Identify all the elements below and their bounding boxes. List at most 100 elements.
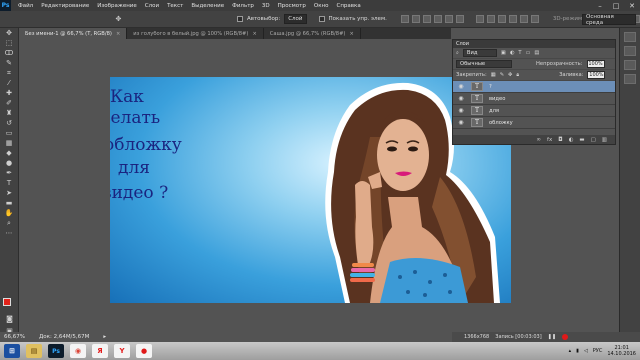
layer-row[interactable]: ◉ T ? — [453, 81, 615, 93]
dodge-tool-icon[interactable]: ● — [2, 158, 17, 168]
menu-image[interactable]: Изображение — [93, 3, 141, 9]
filter-adjust-icon[interactable]: ◐ — [510, 50, 515, 56]
document-canvas[interactable]: Как делать обложку для видео ? — [110, 77, 511, 303]
distribute-right-icon[interactable] — [530, 15, 539, 23]
close-icon[interactable]: × — [349, 31, 353, 37]
explorer-icon[interactable]: ▤ — [26, 344, 42, 358]
recorder-icon[interactable]: ● — [136, 344, 152, 358]
filter-image-icon[interactable]: ▣ — [501, 50, 506, 56]
menu-text[interactable]: Текст — [163, 3, 187, 9]
zoom-tool-icon[interactable]: ⌕ — [2, 218, 17, 228]
distribute-left-icon[interactable] — [508, 15, 517, 23]
foreground-color-swatch[interactable] — [3, 298, 11, 306]
distribute-bottom-icon[interactable] — [497, 15, 506, 23]
photoshop-icon[interactable]: Ps — [48, 344, 64, 358]
status-arrow-icon[interactable]: ▸ — [103, 334, 106, 340]
workspace-dropdown[interactable]: Основная среда — [582, 14, 636, 26]
canvas-text-layer[interactable]: Как — [110, 87, 144, 107]
distribute-center-icon[interactable] — [519, 15, 528, 23]
menu-edit[interactable]: Редактирование — [37, 3, 93, 9]
canvas-text-layer[interactable]: для — [118, 158, 150, 178]
trash-icon[interactable]: ▥ — [602, 137, 607, 143]
menu-view[interactable]: Просмотр — [274, 3, 310, 9]
align-right-icon[interactable] — [455, 15, 464, 23]
eraser-tool-icon[interactable]: ▭ — [2, 128, 17, 138]
network-icon[interactable]: ▮ — [576, 348, 579, 354]
lock-pixels-icon[interactable]: ▦ — [491, 72, 496, 78]
more-tools-icon[interactable]: ⋯ — [2, 228, 17, 238]
lock-all-icon[interactable]: 🔒︎ — [516, 72, 519, 79]
distribute-top-icon[interactable] — [475, 15, 484, 23]
menu-layers[interactable]: Слои — [141, 3, 163, 9]
lasso-tool-icon[interactable]: ↀ — [2, 48, 17, 58]
start-button[interactable]: ⊞ — [4, 344, 20, 358]
menu-filter[interactable]: Фильтр — [228, 3, 258, 9]
align-left-icon[interactable] — [433, 15, 442, 23]
lock-position-icon[interactable]: ✥ — [508, 72, 512, 78]
filter-smart-icon[interactable]: ▤ — [534, 50, 539, 56]
zoom-level[interactable]: 66,67% — [4, 334, 25, 340]
move-tool-icon[interactable]: ✥ — [112, 14, 124, 24]
adjust-icon[interactable]: ◐ — [569, 137, 574, 143]
clock[interactable]: 21:01 14.10.2016 — [607, 345, 636, 357]
eye-icon[interactable]: ◉ — [457, 107, 465, 114]
eye-icon[interactable]: ◉ — [457, 119, 465, 126]
fill-input[interactable]: 100% — [587, 71, 606, 79]
tab-document-1[interactable]: Без имени-1 @ 66,7% (Т, RGB/8) × — [19, 28, 128, 39]
filter-shape-icon[interactable]: ▭ — [526, 50, 531, 56]
character-panel-icon[interactable] — [624, 60, 636, 70]
menu-3d[interactable]: 3D — [258, 3, 274, 9]
layer-row[interactable]: ◉ T видео — [453, 93, 615, 105]
menu-help[interactable]: Справка — [332, 3, 364, 9]
filter-type-icon[interactable]: T — [518, 50, 521, 56]
blend-mode-dropdown[interactable]: Обычные — [456, 60, 512, 68]
layers-panel-tab[interactable]: Слои — [453, 40, 615, 48]
history-panel-icon[interactable] — [624, 32, 636, 42]
layer-filter-dropdown[interactable]: Вид — [462, 49, 497, 57]
layer-row[interactable]: ◉ T для — [453, 105, 615, 117]
mask-icon[interactable]: ◘ — [558, 137, 562, 143]
align-middle-icon[interactable] — [411, 15, 420, 23]
fx-icon[interactable]: fx — [547, 137, 552, 143]
menu-select[interactable]: Выделение — [187, 3, 228, 9]
maximize-button[interactable]: □ — [610, 2, 622, 10]
gradient-tool-icon[interactable]: ▦ — [2, 138, 17, 148]
link-icon[interactable]: ∞ — [536, 137, 541, 143]
close-icon[interactable]: × — [116, 31, 120, 37]
tray-arrow-icon[interactable]: ▴ — [569, 348, 572, 354]
folder-icon[interactable]: ▬ — [579, 137, 584, 143]
canvas-text-layer[interactable]: делать — [110, 108, 160, 128]
close-button[interactable]: ✕ — [626, 2, 638, 10]
quick-select-tool-icon[interactable]: ✎ — [2, 58, 17, 68]
new-layer-icon[interactable]: ▢ — [591, 137, 596, 143]
lock-image-icon[interactable]: ✎ — [500, 72, 504, 78]
autoselect-dropdown[interactable]: Слой — [284, 14, 307, 24]
show-controls-checkbox[interactable] — [318, 16, 325, 22]
marquee-tool-icon[interactable]: ⬚ — [2, 38, 17, 48]
layer-row[interactable]: ◉ T обложку — [453, 117, 615, 129]
shape-tool-icon[interactable]: ▬ — [2, 198, 17, 208]
minimize-button[interactable]: – — [594, 2, 606, 10]
opacity-input[interactable]: 100% — [586, 60, 605, 68]
quick-mask-icon[interactable]: ◙ — [2, 314, 17, 324]
distribute-middle-icon[interactable] — [486, 15, 495, 23]
align-top-icon[interactable] — [400, 15, 409, 23]
tab-document-2[interactable]: из голубого в белый.jpg @ 100% (RGB/8#) × — [127, 28, 264, 39]
pause-icon[interactable]: ❚❚ — [548, 334, 556, 340]
type-tool-icon[interactable]: T — [2, 178, 17, 188]
chrome-icon[interactable]: ◉ — [70, 344, 86, 358]
yandex-browser-icon[interactable]: Y — [114, 344, 130, 358]
hand-tool-icon[interactable]: ✋ — [2, 208, 17, 218]
menu-file[interactable]: Файл — [14, 3, 37, 9]
volume-icon[interactable]: ◁ — [584, 348, 588, 354]
eye-icon[interactable]: ◉ — [457, 83, 465, 90]
healing-tool-icon[interactable]: ✚ — [2, 88, 17, 98]
canvas-text-layer[interactable]: обложку — [110, 135, 182, 155]
eye-icon[interactable]: ◉ — [457, 95, 465, 102]
record-icon[interactable] — [562, 334, 569, 340]
language-indicator[interactable]: РУС — [593, 348, 603, 354]
canvas-text-layer[interactable]: видео ? — [110, 183, 168, 203]
brush-tool-icon[interactable]: ✐ — [2, 98, 17, 108]
move-tool-icon[interactable]: ✥ — [2, 28, 17, 38]
crop-tool-icon[interactable]: ⌗ — [2, 68, 17, 78]
